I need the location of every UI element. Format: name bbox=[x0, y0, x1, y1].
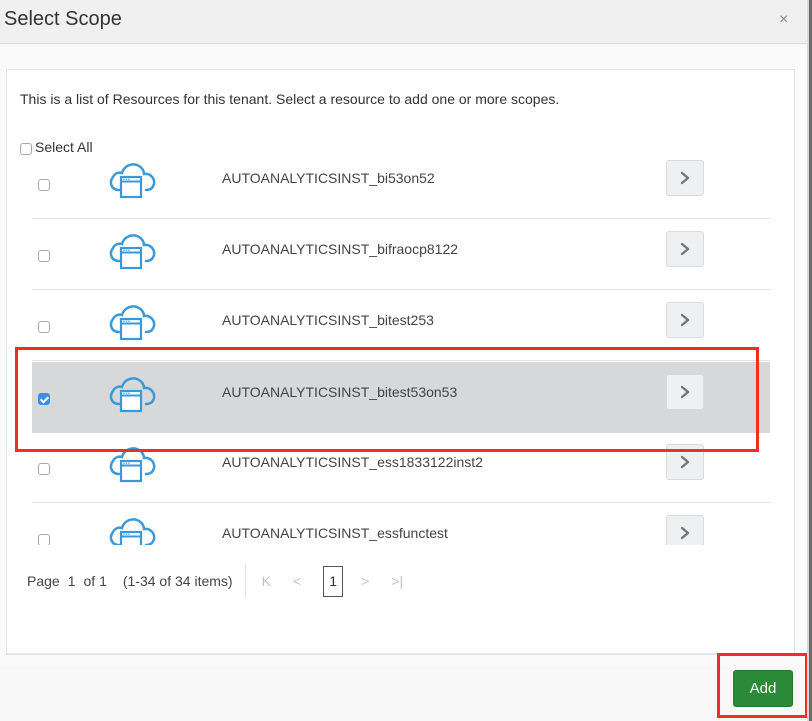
cloud-window-icon bbox=[106, 231, 158, 271]
pagination-divider bbox=[244, 564, 246, 598]
resource-row[interactable]: AUTOANALYTICSINST_bifraocp8122 bbox=[32, 219, 770, 290]
chevron-right-icon bbox=[679, 171, 691, 185]
resource-name: AUTOANALYTICSINST_bifraocp8122 bbox=[222, 241, 459, 257]
resource-row[interactable]: AUTOANALYTICSINST_bitest53on53 bbox=[32, 362, 770, 433]
page-1-button[interactable]: 1 bbox=[323, 565, 344, 597]
cloud-window-icon bbox=[106, 374, 158, 414]
resource-name: AUTOANALYTICSINST_ess1833122inst2 bbox=[222, 454, 483, 470]
item-range: (1-34 of 34 items) bbox=[122, 573, 233, 589]
resource-name: AUTOANALYTICSINST_bitest53on53 bbox=[222, 384, 458, 400]
cloud-window-icon bbox=[106, 444, 158, 484]
dialog-title: Select Scope bbox=[4, 8, 122, 30]
next-page-icon[interactable]: > bbox=[361, 573, 369, 589]
open-resource-button[interactable] bbox=[666, 444, 704, 480]
cloud-window-icon bbox=[106, 302, 158, 342]
page-total: of 1 bbox=[83, 573, 107, 589]
resource-checkbox[interactable] bbox=[38, 179, 50, 191]
page-label: Page bbox=[27, 573, 60, 589]
checkbox-box[interactable] bbox=[20, 142, 32, 155]
open-resource-button[interactable] bbox=[666, 302, 704, 338]
open-resource-button[interactable] bbox=[666, 515, 704, 545]
add-button[interactable]: Add bbox=[733, 670, 793, 707]
resource-checkbox[interactable] bbox=[38, 534, 50, 545]
chevron-right-icon bbox=[679, 455, 691, 469]
resource-checkbox[interactable] bbox=[38, 250, 50, 262]
chevron-right-icon bbox=[679, 313, 691, 327]
current-page-value: 1 bbox=[67, 573, 76, 589]
resource-row[interactable]: AUTOANALYTICSINST_essfunctest bbox=[32, 503, 770, 545]
previous-page-icon[interactable]: < bbox=[293, 573, 301, 589]
chevron-right-icon bbox=[679, 242, 691, 256]
resource-list[interactable]: AUTOANALYTICSINST_bi53on52 AUTOANALYTICSI… bbox=[32, 148, 770, 545]
cloud-window-icon bbox=[106, 160, 158, 200]
open-resource-button[interactable] bbox=[666, 160, 704, 196]
open-resource-button[interactable] bbox=[666, 374, 704, 410]
last-page-icon[interactable]: >| bbox=[391, 573, 403, 589]
chevron-right-icon bbox=[679, 526, 691, 540]
chevron-right-icon bbox=[679, 385, 691, 399]
resource-row[interactable]: AUTOANALYTICSINST_bitest253 bbox=[32, 290, 770, 361]
description-text: This is a list of Resources for this ten… bbox=[20, 91, 560, 107]
resource-row[interactable]: AUTOANALYTICSINST_bi53on52 bbox=[32, 148, 770, 219]
first-page-icon[interactable]: K bbox=[262, 573, 271, 589]
resource-checkbox[interactable] bbox=[38, 463, 50, 475]
dialog-header: Select Scope × bbox=[0, 0, 807, 44]
resource-checkbox[interactable] bbox=[38, 321, 50, 333]
open-resource-button[interactable] bbox=[666, 231, 704, 267]
close-icon[interactable]: × bbox=[779, 12, 788, 28]
resource-name: AUTOANALYTICSINST_essfunctest bbox=[222, 525, 448, 541]
resource-row[interactable]: AUTOANALYTICSINST_ess1833122inst2 bbox=[32, 432, 770, 503]
resource-name: AUTOANALYTICSINST_bi53on52 bbox=[222, 170, 435, 186]
cloud-window-icon bbox=[106, 515, 158, 545]
resource-checkbox[interactable] bbox=[38, 393, 50, 405]
select-scope-dialog: Select Scope × This is a list of Resourc… bbox=[0, 0, 812, 721]
pagination: Page 1 of 1 (1-34 of 34 items) K < 1 > >… bbox=[27, 564, 425, 598]
resource-name: AUTOANALYTICSINST_bitest253 bbox=[222, 312, 434, 328]
